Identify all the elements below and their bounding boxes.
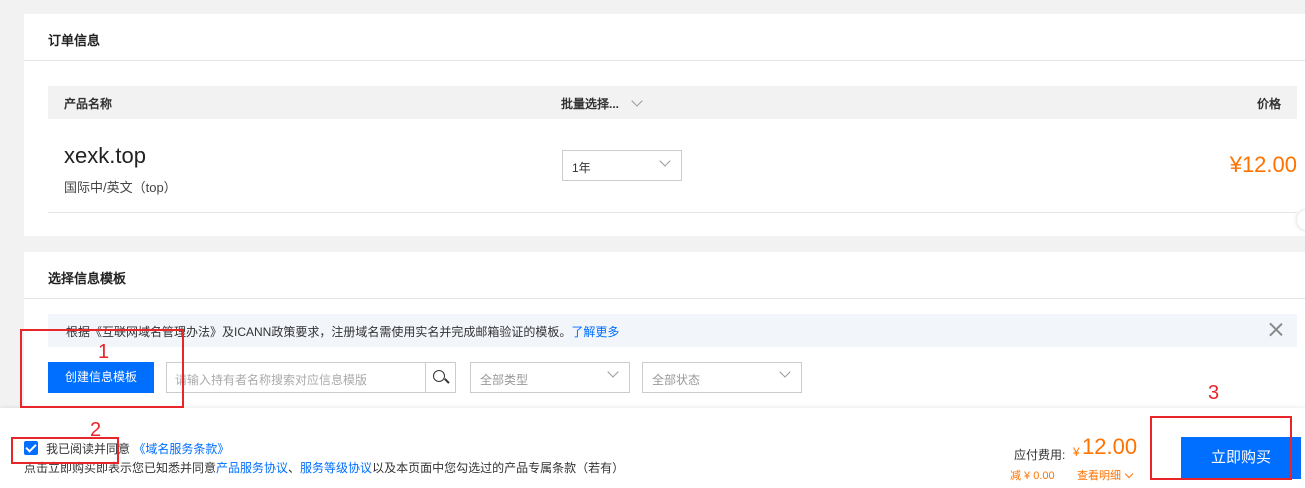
divider <box>24 298 1305 299</box>
search-icon[interactable] <box>425 363 455 392</box>
period-value: 1年 <box>572 161 591 175</box>
template-title: 选择信息模板 <box>48 271 127 286</box>
terms-separator: 、 <box>288 461 301 475</box>
product-agreement-link[interactable]: 产品服务协议 <box>216 461 288 475</box>
terms-note-suffix: 以及本页面中您勾选过的产品专属条款（若有） <box>372 461 625 475</box>
annotation-number-3: 3 <box>1208 382 1220 404</box>
annotation-box-2 <box>11 437 119 464</box>
template-card: 选择信息模板 根据《互联网域名管理办法》及ICANN政策要求，注册域名需使用实名… <box>24 252 1305 412</box>
domain-type: 国际中/英文（top） <box>64 180 177 195</box>
table-row: xexk.top 国际中/英文（top） 1年 ¥12.00 <box>48 119 1297 213</box>
side-float-button[interactable] <box>1297 210 1305 230</box>
close-icon[interactable] <box>1269 322 1283 336</box>
batch-select-dropdown[interactable]: 批量选择... <box>561 95 643 112</box>
learn-more-link[interactable]: 了解更多 <box>571 325 619 339</box>
notice-bar: 根据《互联网域名管理办法》及ICANN政策要求，注册域名需使用实名并完成邮箱验证… <box>48 314 1297 347</box>
fee-label: 应付费用: <box>1014 448 1066 462</box>
item-price: ¥12.00 <box>1229 152 1297 177</box>
status-filter-value: 全部状态 <box>652 373 701 387</box>
chevron-down-icon <box>631 95 643 107</box>
period-select[interactable]: 1年 <box>562 150 682 181</box>
divider <box>24 60 1305 61</box>
domain-terms-link[interactable]: 《域名服务条款》 <box>133 442 229 456</box>
discount-amount: 减 ¥ 0.00 <box>1010 470 1055 482</box>
column-price: 价格 <box>1256 97 1281 111</box>
order-info-title: 订单信息 <box>48 33 101 48</box>
view-details-label: 查看明细 <box>1077 470 1121 482</box>
order-table-header: 产品名称 批量选择... 价格 <box>48 86 1297 119</box>
chevron-down-icon <box>779 366 791 378</box>
fee-amount: 12.00 <box>1082 434 1138 459</box>
annotation-box-3 <box>1150 416 1292 480</box>
domain-name: xexk.top <box>64 143 146 168</box>
sla-link[interactable]: 服务等级协议 <box>300 461 372 475</box>
search-field[interactable]: 请输入持有者名称搜索对应信息模版 <box>166 362 456 393</box>
column-product-name: 产品名称 <box>64 97 113 111</box>
chevron-down-icon <box>607 366 619 378</box>
view-details-link[interactable]: 查看明细 <box>1077 467 1134 483</box>
type-filter-value: 全部类型 <box>480 373 529 387</box>
checkout-footer: 我已阅读并同意 《域名服务条款》 点击立即购买即表示您已知悉并同意产品服务协议、… <box>0 408 1305 488</box>
type-filter-select[interactable]: 全部类型 <box>470 362 630 393</box>
search-input[interactable]: 请输入持有者名称搜索对应信息模版 <box>175 371 367 388</box>
annotation-number-1: 1 <box>98 341 110 363</box>
chevron-down-icon <box>1124 469 1134 478</box>
order-info-card: 订单信息 产品名称 批量选择... 价格 xexk.top 国际中/英文（top… <box>24 14 1305 236</box>
fee-currency: ¥ <box>1073 445 1080 459</box>
annotation-number-2: 2 <box>90 419 102 441</box>
chevron-down-icon <box>659 155 671 167</box>
status-filter-select[interactable]: 全部状态 <box>642 362 802 393</box>
batch-select-label: 批量选择... <box>561 97 620 111</box>
